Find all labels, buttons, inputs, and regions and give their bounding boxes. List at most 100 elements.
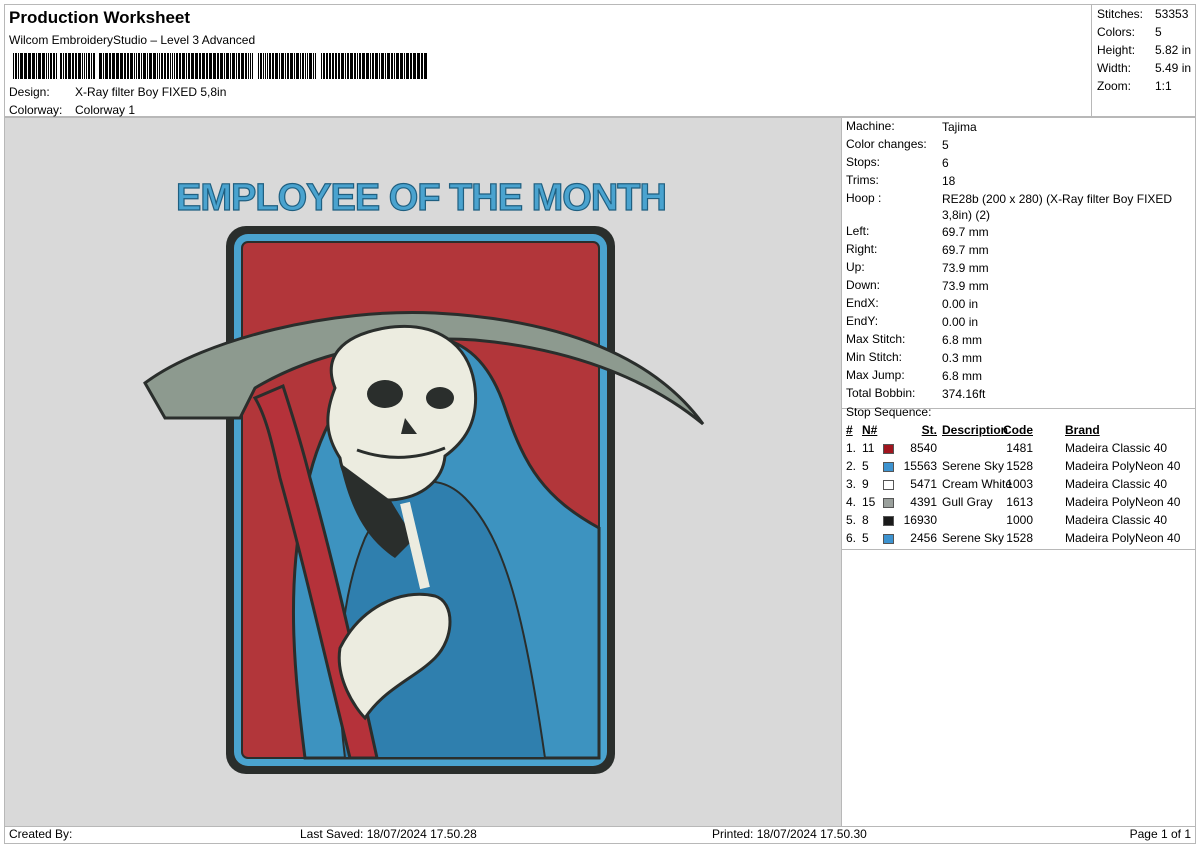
barcode-bar xyxy=(53,53,55,79)
stop-number: 5. xyxy=(846,513,857,527)
barcode-bar xyxy=(167,53,169,79)
barcode-bar xyxy=(18,53,19,79)
created-by: Created By: xyxy=(9,827,73,841)
table-header: # N# St. Description Code Brand xyxy=(842,423,1195,441)
barcode-bar xyxy=(345,53,346,79)
thread-brand: Madeira Classic 40 xyxy=(1065,441,1168,455)
table-row: 3. 9 5471 Cream White 1003 Madeira Classic 40 xyxy=(842,477,1195,495)
barcode-bar xyxy=(410,53,412,79)
barcode-bar xyxy=(65,53,67,79)
stop-number: 4. xyxy=(846,495,857,509)
stat-zoom: Zoom: 1:1 xyxy=(1097,79,1172,93)
barcode-bar xyxy=(138,53,140,79)
barcode-bar xyxy=(250,53,251,79)
table-row: 5. 8 16930 1000 Madeira Classic 40 xyxy=(842,513,1195,531)
col-header-brand: Brand xyxy=(1065,423,1100,437)
barcode-bar xyxy=(241,53,244,79)
table-row: 1. 11 8540 1481 Madeira Classic 40 xyxy=(842,441,1195,459)
headline-text: EMPLOYEE OF THE MONTH xyxy=(176,177,666,219)
stitch-count: 2456 xyxy=(910,531,937,545)
barcode-bar xyxy=(56,53,57,79)
barcode-bar xyxy=(68,53,71,79)
thread-brand: Madeira Classic 40 xyxy=(1065,477,1168,491)
barcode-bar xyxy=(60,53,62,79)
thread-brand: Madeira PolyNeon 40 xyxy=(1065,531,1181,545)
barcode-bar xyxy=(109,53,111,79)
barcode-bar xyxy=(42,53,45,79)
barcode-bar xyxy=(217,53,219,79)
barcode-bar xyxy=(230,53,231,79)
barcode-bar xyxy=(130,53,133,79)
stop-number: 1. xyxy=(846,441,857,455)
skull-eye-left xyxy=(367,380,403,408)
software-name: Wilcom EmbroideryStudio – Level 3 Advanc… xyxy=(9,33,256,47)
barcode-bar xyxy=(387,53,390,79)
needle-number: 9 xyxy=(862,477,869,491)
thread-code: 1481 xyxy=(1006,441,1033,455)
barcode-bar xyxy=(281,53,284,79)
barcode-bar xyxy=(179,53,181,79)
stat-height: Height: 5.82 in xyxy=(1097,43,1192,57)
barcode-bar xyxy=(394,53,395,79)
stop-number: 3. xyxy=(846,477,857,491)
thread-code: 1528 xyxy=(1006,531,1033,545)
barcode-bar xyxy=(93,53,95,79)
colorway-label: Colorway: xyxy=(9,103,63,117)
table-row: 2. 5 15563 Serene Sky 1528 Madeira PolyNeon 4… xyxy=(842,459,1195,477)
barcode-bar xyxy=(124,53,126,79)
worksheet-header: Production Worksheet Wilcom EmbroiderySt… xyxy=(4,4,1092,117)
barcode-bar xyxy=(307,53,308,79)
barcode-bar xyxy=(84,53,85,79)
barcode xyxy=(13,53,427,79)
barcode-bar xyxy=(78,53,81,79)
worksheet-title: Production Worksheet xyxy=(9,8,191,27)
printed-date: Printed: 18/07/2024 17.50.30 xyxy=(712,827,867,841)
barcode-bar xyxy=(279,53,280,79)
barcode-bar xyxy=(75,53,77,79)
barcode-bar xyxy=(38,53,41,79)
barcode-bar xyxy=(226,53,229,79)
skull-eye-right xyxy=(426,387,454,409)
barcode-bar xyxy=(112,53,115,79)
barcode-bar xyxy=(417,53,420,79)
barcode-bar xyxy=(265,53,266,79)
barcode-bar xyxy=(359,53,361,79)
barcode-bar xyxy=(141,53,142,79)
needle-number: 5 xyxy=(862,531,869,545)
barcode-bar xyxy=(15,53,17,79)
colorway-value: Colorway 1 xyxy=(75,103,136,117)
barcode-bar xyxy=(245,53,247,79)
barcode-bar xyxy=(379,53,380,79)
barcode-bar xyxy=(263,53,264,79)
page-number: Page 1 of 1 xyxy=(1129,827,1191,841)
barcode-bar xyxy=(370,53,371,79)
thread-color-swatch xyxy=(883,444,894,454)
thread-color-swatch xyxy=(883,462,894,472)
thread-code: 1528 xyxy=(1006,459,1033,473)
barcode-bar xyxy=(170,53,171,79)
design-row: Design: X-Ray filter Boy FIXED 5,8in xyxy=(9,85,226,99)
barcode-bar xyxy=(134,53,135,79)
barcode-bar xyxy=(63,53,64,79)
barcode-bar xyxy=(362,53,365,79)
barcode-bar xyxy=(354,53,356,79)
barcode-bar xyxy=(224,53,225,79)
barcode-bar xyxy=(315,53,316,79)
barcode-bar xyxy=(406,53,409,79)
barcode-bar xyxy=(13,53,14,79)
thread-code: 1000 xyxy=(1006,513,1033,527)
barcode-bar xyxy=(195,53,198,79)
stitch-count: 16930 xyxy=(903,513,937,527)
barcode-bar xyxy=(313,53,314,79)
barcode-bar xyxy=(332,53,334,79)
last-saved: Last Saved: 18/07/2024 17.50.28 xyxy=(300,827,477,841)
design-preview-canvas[interactable]: EMPLOYEE OF THE MONTH xyxy=(4,117,842,827)
barcode-bar xyxy=(202,53,205,79)
barcode-bar xyxy=(385,53,386,79)
barcode-bar xyxy=(91,53,92,79)
thread-description: Serene Sky xyxy=(942,459,1005,473)
barcode-bar xyxy=(267,53,268,79)
barcode-bar xyxy=(413,53,416,79)
barcode-bar xyxy=(300,53,301,79)
barcode-bar xyxy=(341,53,344,79)
